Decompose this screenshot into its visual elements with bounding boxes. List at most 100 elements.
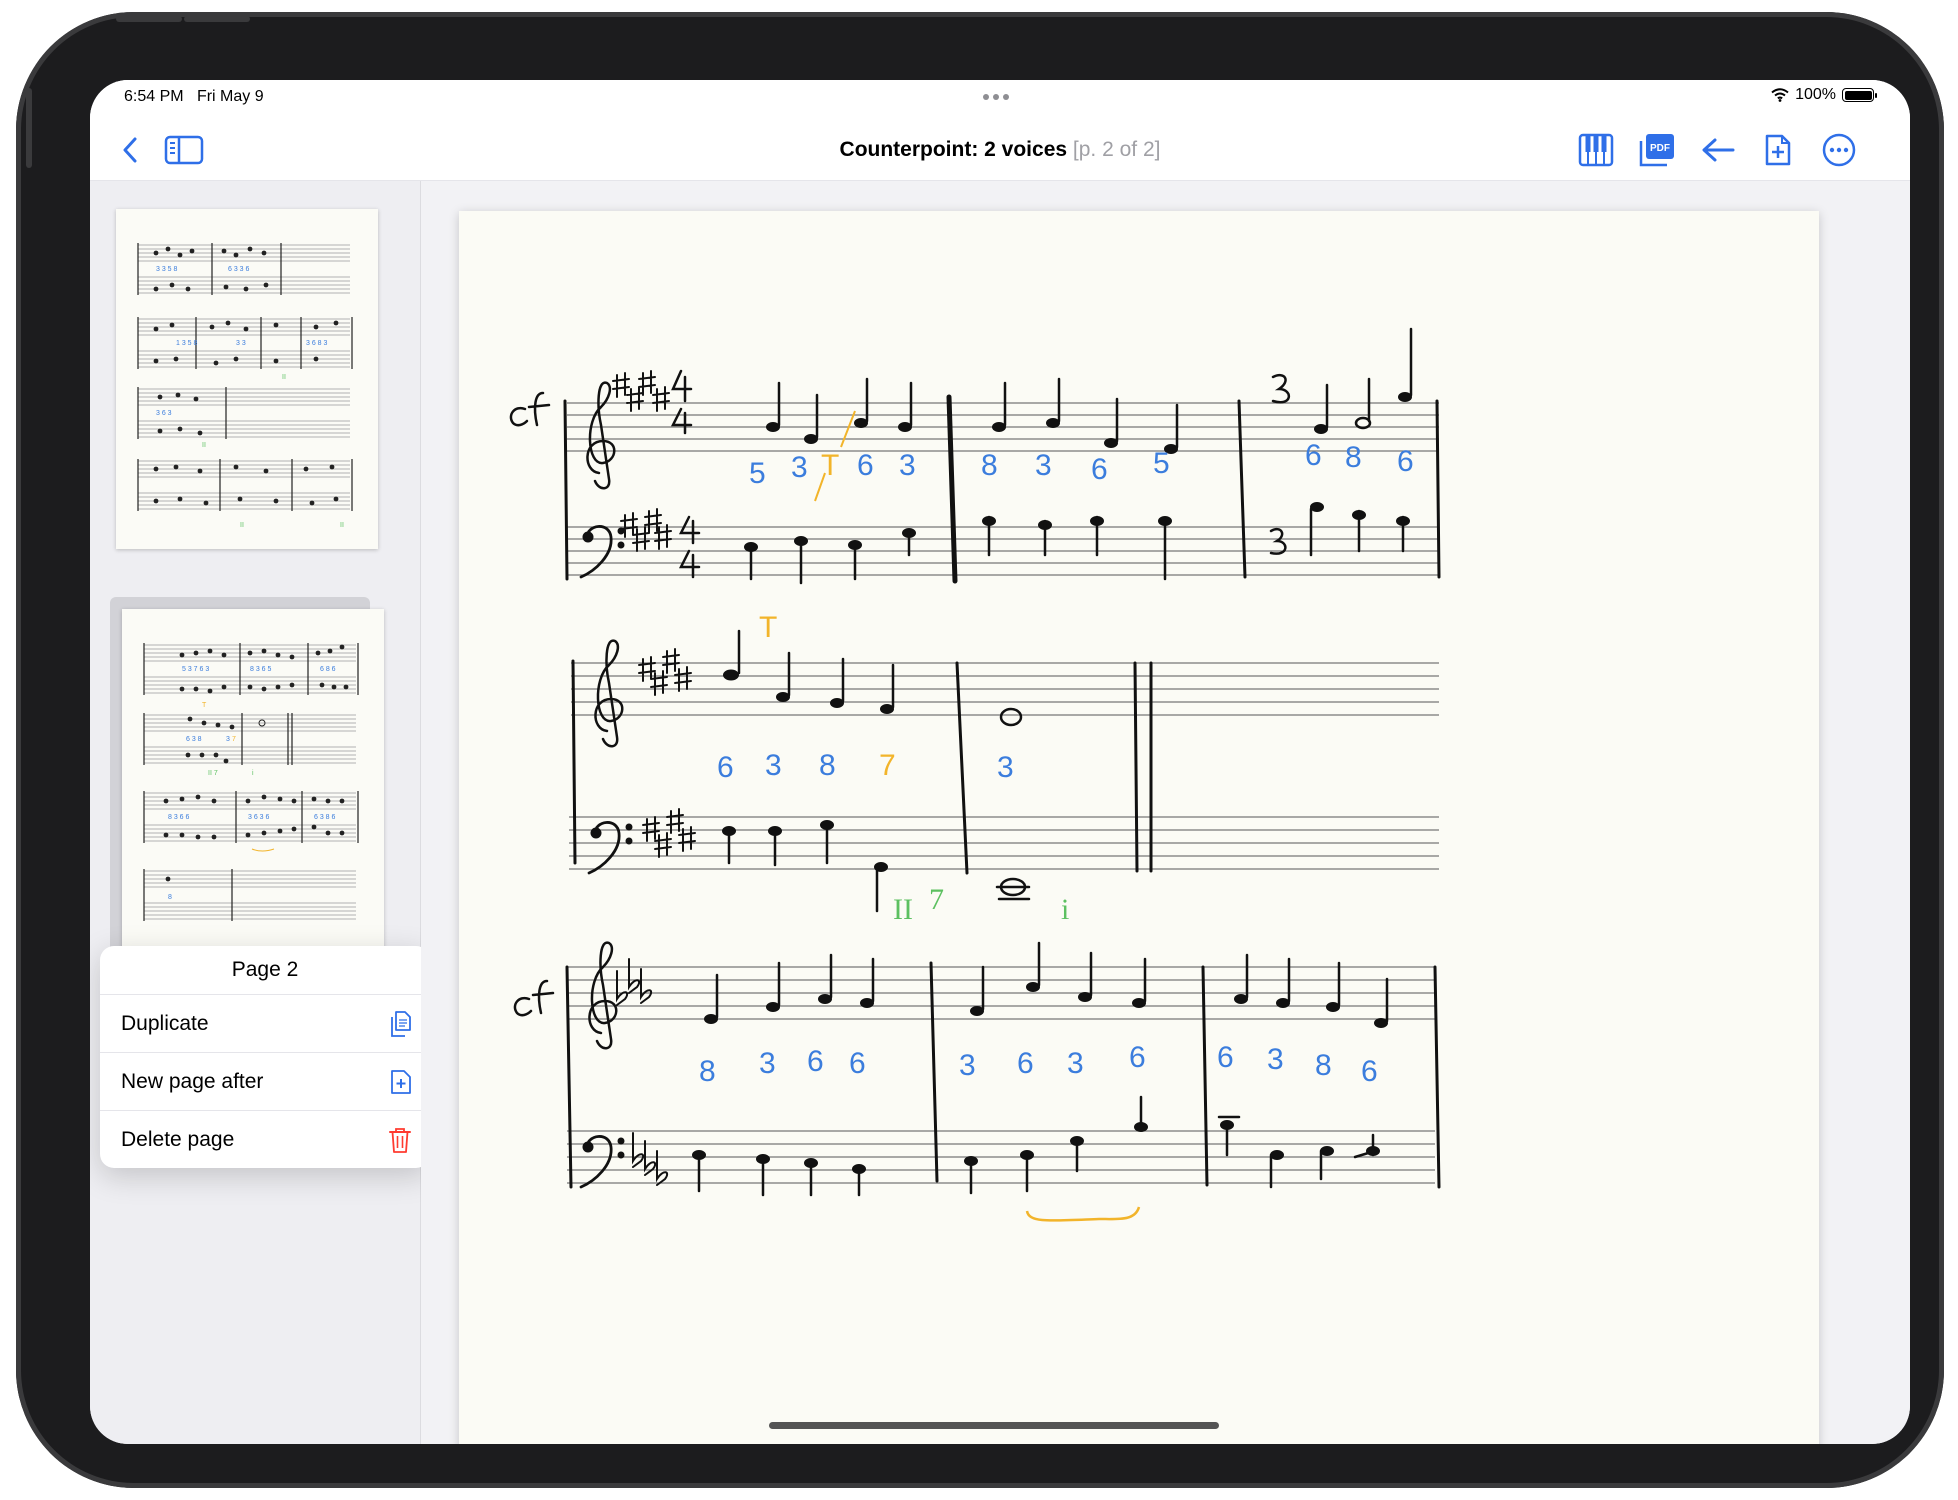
system-2-figures: 6 3 8 3 [717,749,1014,784]
add-page-icon [391,1069,411,1094]
figure: 6 [1305,439,1322,472]
svg-text:II: II [202,442,206,449]
figure: 6 [1129,1041,1146,1074]
handwritten-score[interactable]: 5 3 6 3 8 3 6 5 6 8 6 T 6 3 8 3 T 7 II 7… [459,211,1819,1444]
svg-text:3: 3 [226,736,230,743]
page-indicator: [p. 2 of 2] [1072,138,1161,161]
svg-text:II: II [340,522,344,529]
svg-text:T: T [202,702,207,709]
undo-arrow-icon [1702,138,1735,162]
yellow-figure: 7 [879,749,896,782]
svg-text:1 3 5 8: 1 3 5 8 [176,340,198,347]
volume-up-button [116,16,182,22]
green-figure: i [1061,893,1069,926]
add-page-icon [1765,134,1791,166]
thumbnail-music-preview: 5 3 7 6 3 8 3 6 5 6 8 6 6 3 8 3 8 3 6 6 3 6 … [143,643,359,921]
status-time: 6:54 PM Fri May 9 [124,88,264,105]
delete-page-button[interactable]: Delete page [100,1111,430,1168]
green-figure: 7 [929,883,944,916]
figure: 3 [759,1047,776,1080]
figure: 8 [1315,1049,1332,1082]
figure: 6 [1217,1041,1234,1074]
system-3-notes [692,982,1388,1174]
new-page-after-button[interactable]: New page after [100,1053,430,1111]
figure: 5 [1153,447,1170,480]
score-canvas-area[interactable]: 5 3 6 3 8 3 6 5 6 8 6 T 6 3 8 3 T 7 II 7… [421,181,1910,1444]
home-indicator[interactable] [769,1422,1219,1429]
figure: 8 [819,749,836,782]
yellow-figure: T [759,611,777,644]
figure: 6 [1361,1055,1378,1088]
piano-keyboard-button[interactable] [1574,128,1618,172]
more-options-button[interactable] [1817,128,1861,172]
figure: 3 [1267,1043,1284,1076]
page-context-menu: Page 2 Duplicate New page after Delete p… [100,946,430,1168]
svg-text:II 7: II 7 [208,770,218,777]
svg-text:6 3 3 6: 6 3 3 6 [228,266,250,273]
svg-text:8 3 6 6: 8 3 6 6 [168,814,190,821]
system-2-green-figures: II 7 i [893,883,1069,926]
more-options-icon [1822,133,1856,167]
pdf-export-icon: PDF [1639,134,1674,167]
svg-text:3 3: 3 3 [236,340,246,347]
figure: 6 [807,1045,824,1078]
nav-bar: Counterpoint: 2 voices [p. 2 of 2] PDF [90,120,1910,181]
svg-text:6 3 8 6: 6 3 8 6 [314,814,336,821]
duplicate-icon [391,1010,411,1037]
menu-item-label: New page after [121,1069,264,1093]
figure: 6 [1397,445,1414,478]
green-figure: II [893,893,913,926]
battery-icon [1842,88,1877,102]
figure: 6 [857,449,874,482]
svg-text:8 3 6 5: 8 3 6 5 [250,666,272,673]
status-indicators: 100% [1771,86,1877,104]
status-bar: 6:54 PM Fri May 9 100% [90,80,1910,120]
volume-down-button [184,16,250,22]
figure: 6 [1091,453,1108,486]
svg-text:7: 7 [232,736,236,743]
figure: 6 [1017,1047,1034,1080]
svg-text:3 6 8 3: 3 6 8 3 [306,340,328,347]
svg-text:i: i [252,770,254,777]
figure: 6 [717,751,734,784]
svg-text:II: II [282,374,286,381]
figure: 8 [981,449,998,482]
screen: 6:54 PM Fri May 9 100% Counterpoint: 2 v… [90,80,1910,1444]
figure: 3 [791,451,808,484]
score-page[interactable]: 5 3 6 3 8 3 6 5 6 8 6 T 6 3 8 3 T 7 II 7… [459,211,1819,1444]
page-thumbnail-image: 5 3 7 6 3 8 3 6 5 6 8 6 6 3 8 3 8 3 6 6 3 6 … [122,609,384,949]
multitasking-grabber[interactable] [983,94,1009,100]
page-thumbnail-2[interactable]: 5 3 7 6 3 8 3 6 5 6 8 6 6 3 8 3 8 3 6 6 3 6 … [110,597,384,961]
piano-keyboard-icon [1578,133,1614,167]
menu-title: Page 2 [100,946,430,995]
duplicate-page-button[interactable]: Duplicate [100,995,430,1053]
undo-button[interactable] [1696,128,1740,172]
page-thumbnail-image: 3 3 5 8 6 3 3 6 1 3 5 8 3 3 3 6 8 3 3 6 3 I… [116,209,378,549]
svg-text:6 8 6: 6 8 6 [320,666,336,673]
figure: 3 [765,749,782,782]
page-sidebar: 3 3 5 8 6 3 3 6 1 3 5 8 3 3 3 6 8 3 3 6 3 I… [90,181,430,1444]
wifi-icon [1771,88,1789,102]
figure: 5 [749,457,766,490]
svg-text:6 3 8: 6 3 8 [186,736,202,743]
top-button [26,88,32,168]
battery-percent: 100% [1795,86,1836,103]
figure: 8 [699,1055,716,1088]
figure: 3 [959,1049,976,1082]
svg-text:8: 8 [168,894,172,901]
figure: 8 [1345,441,1362,474]
menu-item-label: Delete page [121,1127,235,1151]
svg-text:PDF: PDF [1650,143,1670,154]
system-3-figures: 8 3 6 6 3 6 3 6 6 3 8 6 [699,1041,1378,1088]
thumbnail-music-preview: 3 3 5 8 6 3 3 6 1 3 5 8 3 3 3 6 8 3 3 6 3 I… [137,243,353,529]
figure: 3 [1035,449,1052,482]
page-thumbnail-1[interactable]: 3 3 5 8 6 3 3 6 1 3 5 8 3 3 3 6 8 3 3 6 3 I… [110,209,378,553]
add-page-button[interactable] [1756,128,1800,172]
pdf-export-button[interactable]: PDF [1635,128,1679,172]
trash-icon [389,1127,411,1153]
ipad-frame: 6:54 PM Fri May 9 100% Counterpoint: 2 v… [16,12,1944,1488]
svg-text:3 3 5 8: 3 3 5 8 [156,266,178,273]
figure: 3 [1067,1047,1084,1080]
svg-text:3 6 3 6: 3 6 3 6 [248,814,270,821]
menu-item-label: Duplicate [121,1011,209,1035]
